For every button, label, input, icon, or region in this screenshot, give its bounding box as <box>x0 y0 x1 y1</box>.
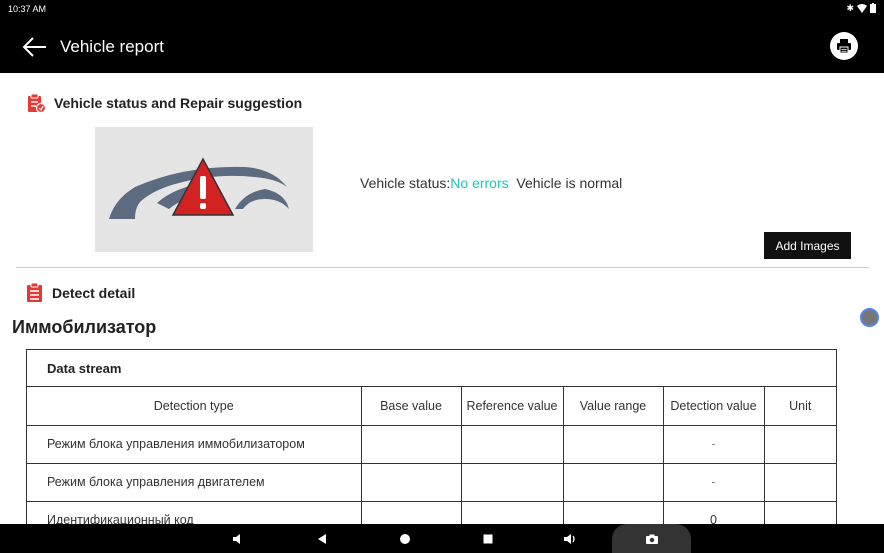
screenshot-button[interactable] <box>641 524 663 553</box>
triangle-back-icon <box>318 533 326 544</box>
volume-down-button[interactable] <box>228 524 248 553</box>
cell-detection-value: - <box>663 425 765 464</box>
cell-base-value <box>361 425 462 464</box>
cell-value-range <box>563 425 664 464</box>
status-icons: ✱ <box>846 3 876 13</box>
cell-detection-type: Режим блока управления двигателем <box>27 463 362 502</box>
cell-reference-value <box>461 463 564 502</box>
cell-base-value <box>361 501 462 524</box>
circle-home-icon <box>400 533 410 544</box>
app-header: Vehicle report <box>0 18 884 73</box>
report-content: Vehicle status and Repair suggestion Veh… <box>8 73 884 524</box>
table-row: Режим блока управления двигателем - <box>27 463 836 502</box>
cell-reference-value <box>461 425 564 464</box>
section-detect-title: Detect detail <box>52 285 136 301</box>
cell-value-range <box>563 463 664 502</box>
cell-detection-type: Режим блока управления иммобилизатором <box>27 425 362 464</box>
printer-icon <box>837 39 851 54</box>
cell-detection-value: - <box>663 463 765 502</box>
clipboard-alert-icon <box>28 93 46 113</box>
back-arrow-icon <box>22 37 46 57</box>
car-warning-icon <box>109 157 289 219</box>
camera-icon <box>646 534 658 544</box>
data-stream-table: Data stream Detection type Base value Re… <box>26 349 837 524</box>
module-title: Иммобилизатор <box>12 317 157 337</box>
add-images-button[interactable]: Add Images <box>764 232 851 259</box>
vehicle-status-message: Vehicle is normal <box>516 175 623 191</box>
system-nav-bar <box>0 524 884 553</box>
section-status-title: Vehicle status and Repair suggestion <box>54 95 303 111</box>
clock: 10:37 AM <box>8 4 47 14</box>
volume-down-icon <box>233 533 240 544</box>
column-header: Detection value <box>663 387 765 426</box>
list-document-icon <box>27 283 42 302</box>
vehicle-status-line: Vehicle status:No errors Vehicle is norm… <box>360 175 622 191</box>
print-button[interactable] <box>830 32 858 60</box>
table-header-row: Detection type Base value Reference valu… <box>27 387 836 426</box>
volume-up-button[interactable] <box>560 524 580 553</box>
cell-base-value <box>361 463 462 502</box>
column-header: Unit <box>764 387 836 426</box>
cell-unit <box>764 425 836 464</box>
column-header: Reference value <box>461 387 564 426</box>
nav-back-button[interactable] <box>312 524 332 553</box>
floating-assist-button[interactable] <box>860 308 879 327</box>
battery-icon <box>870 3 876 13</box>
wifi-icon <box>857 3 867 13</box>
section-status-header: Vehicle status and Repair suggestion <box>26 93 302 113</box>
back-button[interactable] <box>22 34 48 60</box>
cell-reference-value <box>461 501 564 524</box>
vehicle-status-image <box>95 127 313 252</box>
nav-home-button[interactable] <box>395 524 415 553</box>
vehicle-status-label: Vehicle status: <box>360 175 451 191</box>
table-row: Идентификационный код 0 <box>27 501 836 524</box>
square-recents-icon <box>483 534 493 543</box>
volume-up-icon <box>564 533 575 544</box>
page-title: Vehicle report <box>60 37 164 56</box>
column-header: Value range <box>563 387 664 426</box>
cell-value-range <box>563 501 664 524</box>
section-detect-header: Detect detail <box>26 283 135 303</box>
column-header: Base value <box>361 387 462 426</box>
divider <box>16 267 869 268</box>
cell-unit <box>764 463 836 502</box>
table-row: Режим блока управления иммобилизатором - <box>27 425 836 464</box>
cell-unit <box>764 501 836 524</box>
cell-detection-value: 0 <box>663 501 765 524</box>
column-header: Detection type <box>27 387 362 426</box>
table-caption: Data stream <box>27 350 836 387</box>
cell-detection-type: Идентификационный код <box>27 501 362 524</box>
nav-recents-button[interactable] <box>478 524 498 553</box>
vehicle-status-value: No errors <box>450 175 509 191</box>
status-bar: 10:37 AM ✱ <box>0 0 884 18</box>
bluetooth-icon: ✱ <box>846 3 854 13</box>
